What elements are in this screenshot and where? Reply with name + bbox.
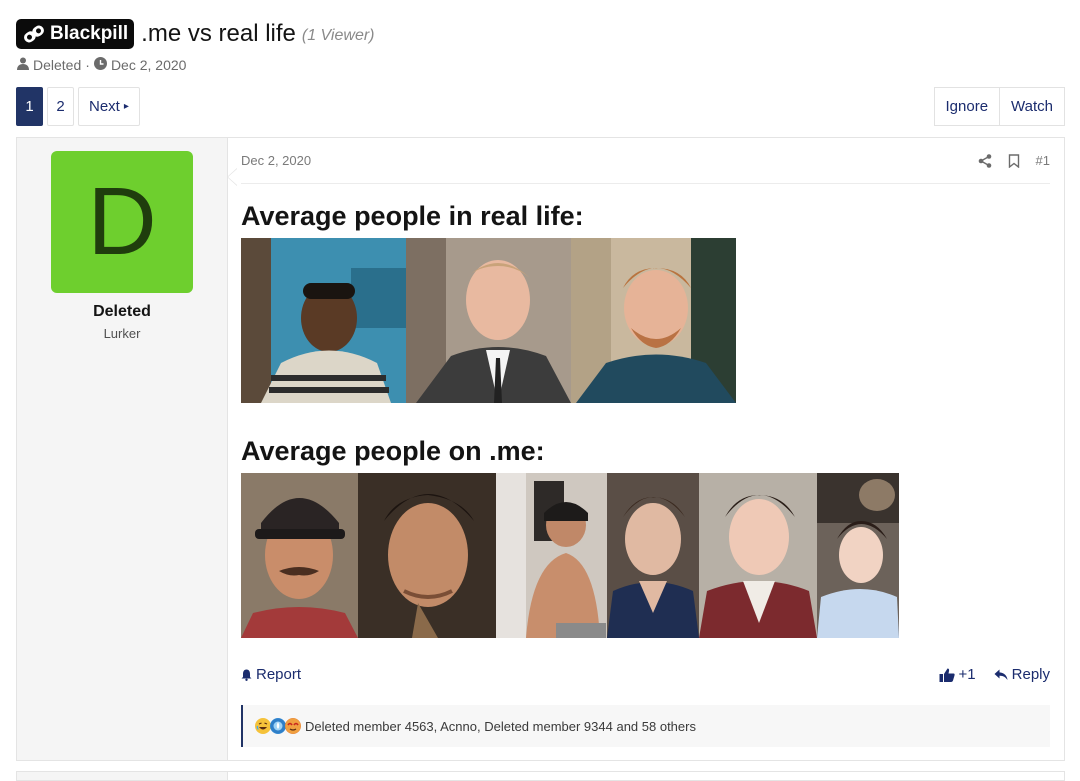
footer-right: +1 Reply <box>939 666 1050 683</box>
next-page-label: Next <box>89 98 120 115</box>
next-post-edge <box>16 771 1065 781</box>
reply-button[interactable]: Reply <box>994 666 1050 683</box>
cope-reaction-icon <box>285 718 301 734</box>
photo-dot-me-3 <box>496 473 607 638</box>
reply-icon <box>994 669 1008 680</box>
thread-title: .me vs real life <box>141 20 296 47</box>
ignore-button[interactable]: Ignore <box>933 87 1001 126</box>
thumbs-up-icon <box>939 668 955 682</box>
thread-prefix-badge[interactable]: Blackpill <box>16 19 135 49</box>
next-post-user-cell <box>17 772 228 780</box>
post-user-cell: D Deleted Lurker <box>17 138 228 760</box>
thread-page: Blackpill .me vs real life (1 Viewer) De… <box>0 0 1080 781</box>
share-icon[interactable] <box>978 153 992 168</box>
photo-real-life-1 <box>241 238 406 403</box>
reply-label: Reply <box>1011 666 1050 683</box>
pagination: 1 2 Next ▸ <box>16 87 140 126</box>
photo-dot-me-6 <box>817 473 899 638</box>
post-username[interactable]: Deleted <box>17 303 227 321</box>
post-number-link[interactable]: #1 <box>1036 153 1050 168</box>
photo-real-life-2 <box>406 238 571 403</box>
clock-icon <box>93 57 107 73</box>
post-date[interactable]: Dec 2, 2020 <box>241 153 311 168</box>
thread-meta: Deleted · Dec 2, 2020 <box>17 57 186 73</box>
photo-dot-me-4 <box>607 473 699 638</box>
cry-reaction-icon <box>270 718 286 734</box>
caret-right-icon: ▸ <box>123 101 129 112</box>
photo-dot-me-5 <box>699 473 817 638</box>
message-footer: Report +1 Reply <box>241 666 1050 683</box>
like-button[interactable]: +1 <box>939 666 976 683</box>
reaction-icons <box>255 718 301 734</box>
post-user-title: Lurker <box>103 326 141 341</box>
blackpill-icon <box>24 25 44 43</box>
page-1-button[interactable]: 1 <box>16 87 43 126</box>
laugh-reaction-icon <box>255 718 271 734</box>
reactions-text[interactable]: Deleted member 4563, Acnno, Deleted memb… <box>305 719 696 734</box>
reactions-bar[interactable]: Deleted member 4563, Acnno, Deleted memb… <box>241 705 1050 747</box>
avatar[interactable]: D <box>51 151 193 293</box>
image-dot-me[interactable] <box>241 473 899 638</box>
bell-icon <box>241 669 252 681</box>
meta-separator: · <box>85 57 90 73</box>
thread-actions: Ignore Watch <box>933 87 1065 126</box>
footer-left: Report <box>241 666 301 683</box>
thread-author[interactable]: Deleted <box>33 57 81 73</box>
post: D Deleted Lurker Dec 2, 2020 #1 Average … <box>16 137 1065 761</box>
post-heading-dot-me: Average people on .me: <box>241 436 545 466</box>
page-2-button[interactable]: 2 <box>47 87 74 126</box>
message-tools: #1 <box>978 153 1050 168</box>
message-cell: Dec 2, 2020 #1 Average people in real li… <box>228 138 1064 760</box>
user-icon <box>17 57 29 73</box>
photo-real-life-3 <box>571 238 736 403</box>
image-real-life[interactable] <box>241 238 736 403</box>
report-label: Report <box>256 666 302 683</box>
message-header: Dec 2, 2020 #1 <box>241 138 1050 184</box>
photo-dot-me-2 <box>358 473 496 638</box>
thread-prefix-label: Blackpill <box>50 23 129 44</box>
thread-date[interactable]: Dec 2, 2020 <box>111 57 187 73</box>
viewer-count[interactable]: (1 Viewer) <box>302 27 375 45</box>
watch-button[interactable]: Watch <box>1000 87 1065 126</box>
thread-title-row: Blackpill .me vs real life (1 Viewer) <box>16 19 375 49</box>
next-page-button[interactable]: Next ▸ <box>78 87 140 126</box>
like-count: +1 <box>958 666 976 683</box>
report-link[interactable]: Report <box>241 666 301 683</box>
post-heading-real-life: Average people in real life: <box>241 201 584 231</box>
photo-dot-me-1 <box>241 473 358 638</box>
bookmark-icon[interactable] <box>1008 153 1020 168</box>
